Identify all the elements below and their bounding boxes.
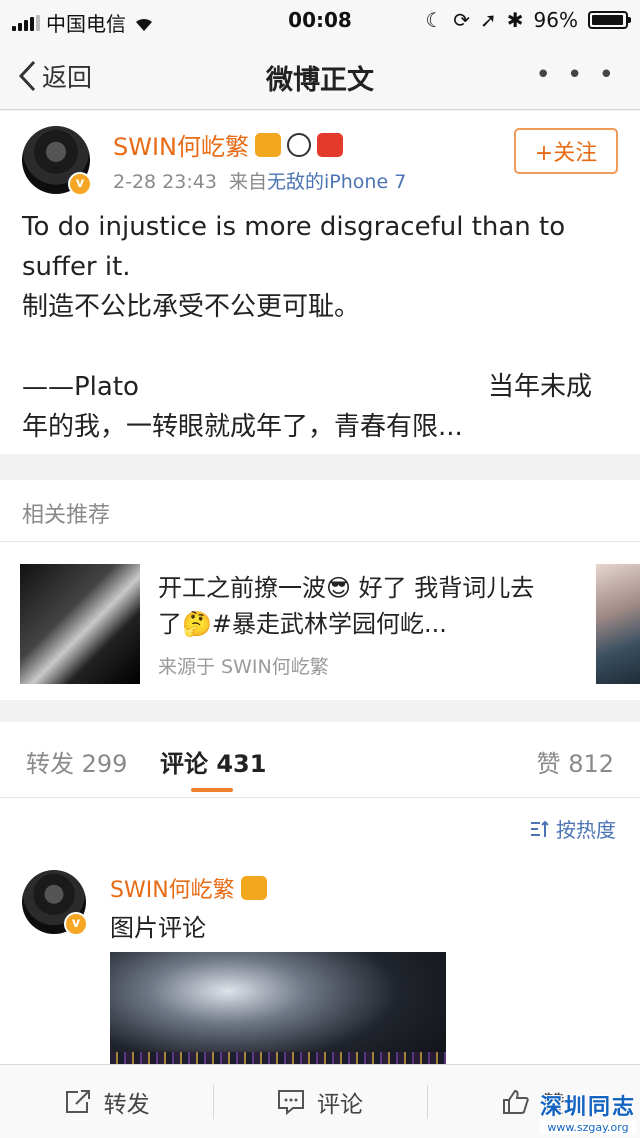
tab-bar: 转发 299 评论 431 赞 812 xyxy=(0,722,640,798)
tab-repost-count: 299 xyxy=(81,750,128,778)
rotation-lock-icon: ⟳ xyxy=(453,8,471,32)
source-prefix: 来自 xyxy=(229,171,268,193)
comment-label: 评论 xyxy=(316,1091,363,1118)
comment-icon xyxy=(277,1089,304,1115)
post-line: To do injustice is more disgraceful than… xyxy=(22,212,566,242)
follow-button[interactable]: +关注 xyxy=(514,128,618,174)
author-avatar[interactable]: v xyxy=(22,126,92,196)
watermark: 深圳同志 www.szgay.org xyxy=(539,1089,636,1134)
tab-comments[interactable]: 评论 431 xyxy=(160,744,266,779)
post-source[interactable]: 无敌的iPhone 7 xyxy=(267,171,406,193)
tab-likes-label: 赞 xyxy=(536,750,561,778)
comment-button[interactable]: 评论 xyxy=(213,1065,426,1138)
location-icon: ➚ xyxy=(480,8,497,32)
tab-likes[interactable]: 赞 812 xyxy=(537,744,614,779)
watermark-url: www.szgay.org xyxy=(539,1121,636,1134)
nav-bar: 返回 微博正文 • • • xyxy=(0,40,640,110)
tab-comments-count: 431 xyxy=(216,750,267,778)
related-thumbnail-next[interactable] xyxy=(596,564,640,684)
comment-text: 图片评论 xyxy=(110,914,206,942)
more-menu-button[interactable]: • • • xyxy=(535,60,618,90)
battery-percent: 96% xyxy=(533,8,578,32)
sort-button[interactable]: 按热度 xyxy=(530,814,616,843)
red-envelope-icon xyxy=(317,132,343,157)
verified-icon: v xyxy=(64,912,88,936)
related-source: 来源于 SWIN何屹繁 xyxy=(158,656,329,678)
repost-icon xyxy=(65,1089,90,1113)
comment-author-row: SWIN何屹繁 xyxy=(110,872,267,904)
bluetooth-icon: ✱ xyxy=(506,8,524,32)
related-title: 相关推荐 xyxy=(22,503,111,528)
comment-avatar[interactable]: v xyxy=(22,870,88,936)
author-name[interactable]: SWIN何屹繁 xyxy=(113,127,249,162)
repost-label: 转发 xyxy=(103,1091,150,1118)
moon-icon: ☾ xyxy=(425,8,444,32)
sort-label: 按热度 xyxy=(556,818,616,842)
related-card[interactable]: 开工之前撩一波😎 好了 我背词儿去了🤔#暴走武林学园何屹... 来源于 SWIN… xyxy=(0,542,640,700)
status-bar: 中国电信 00:08 ☾ ⟳ ➚ ✱ 96% xyxy=(0,0,640,40)
bottom-toolbar: 转发 评论 赞 深圳同志 www.szgay.org xyxy=(0,1064,640,1138)
related-thumbnail[interactable] xyxy=(20,564,140,684)
post-line: 制造不公比承受不公更可耻。 xyxy=(22,292,361,322)
post-line: 年的我，一转眼就成年了，青春有限... xyxy=(22,412,463,442)
post-line xyxy=(22,327,618,367)
post-date: 2-28 23:43 xyxy=(113,171,217,193)
active-tab-indicator xyxy=(191,788,233,792)
panda-icon xyxy=(287,132,311,157)
comments-section: 按热度 v SWIN何屹繁 图片评论 xyxy=(0,798,640,1064)
post-line-right: 当年未成 xyxy=(487,372,592,402)
crown-icon xyxy=(240,876,267,900)
tab-repost-label: 转发 xyxy=(26,750,74,778)
post-card: v SWIN何屹繁 2-28 23:43 来自无敌的iPhone 7 +关注 T… xyxy=(0,111,640,454)
comment-author[interactable]: SWIN何屹繁 xyxy=(110,872,235,904)
tab-repost[interactable]: 转发 299 xyxy=(26,744,127,779)
author-row: SWIN何屹繁 xyxy=(113,127,343,162)
thumbs-up-icon xyxy=(502,1089,529,1114)
related-header: 相关推荐 xyxy=(0,480,640,542)
post-line: suffer it. xyxy=(22,252,131,282)
post-line: ——Plato xyxy=(22,372,139,402)
post-line-wrap: ——Plato 当年未成 xyxy=(22,367,618,407)
sort-icon xyxy=(531,820,549,837)
repost-button[interactable]: 转发 xyxy=(0,1065,213,1138)
crown-icon xyxy=(255,132,281,157)
verified-icon: v xyxy=(68,172,92,196)
post-body[interactable]: To do injustice is more disgraceful than… xyxy=(22,207,618,447)
battery-icon xyxy=(588,11,631,29)
tab-comments-label: 评论 xyxy=(160,750,208,778)
related-text: 开工之前撩一波😎 好了 我背词儿去了🤔#暴走武林学园何屹... xyxy=(158,574,535,638)
watermark-title: 深圳同志 xyxy=(539,1095,636,1120)
tab-likes-count: 812 xyxy=(568,750,614,778)
post-meta: 2-28 23:43 来自无敌的iPhone 7 xyxy=(113,167,406,194)
comment-image[interactable] xyxy=(110,952,446,1064)
